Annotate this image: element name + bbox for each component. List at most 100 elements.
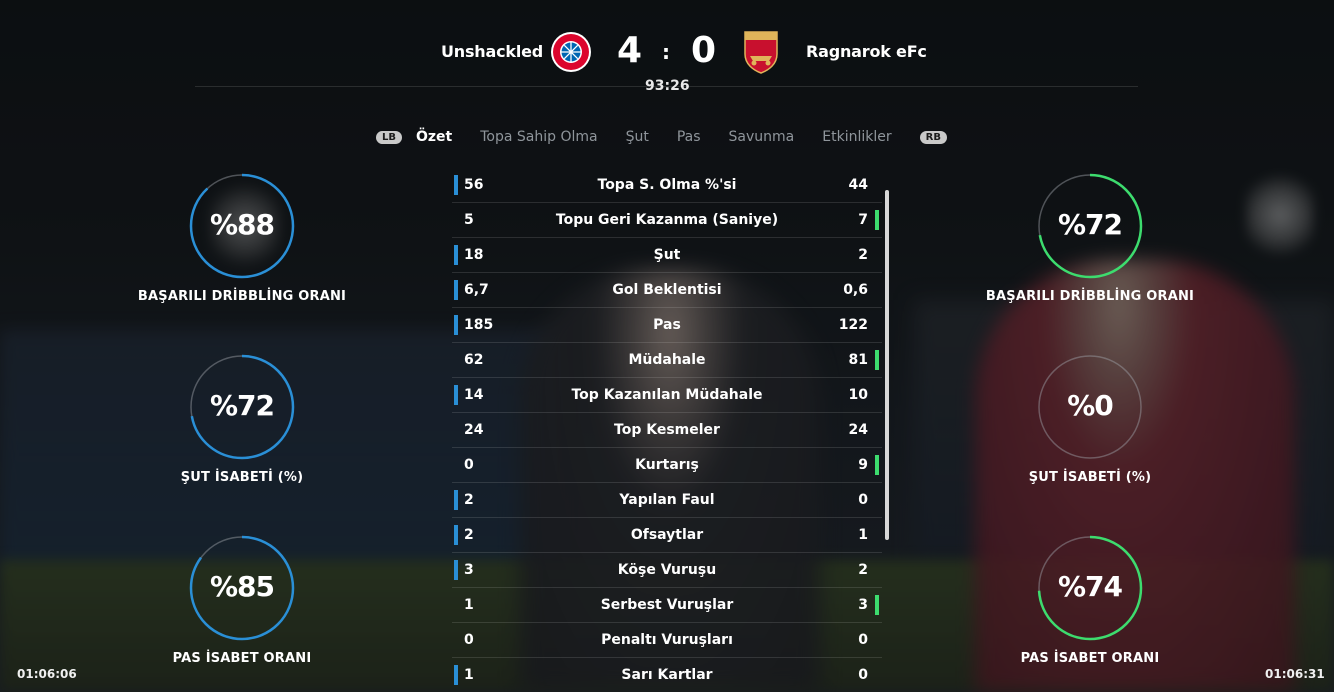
stat-home-value: 18	[464, 247, 484, 263]
stat-row: 56 Topa S. Olma %'si 44	[452, 168, 882, 203]
tab-etkinlikler[interactable]: Etkinlikler	[822, 129, 891, 145]
stat-home-value: 0	[464, 632, 474, 648]
stat-away-value: 44	[848, 177, 868, 193]
stat-home-value: 185	[464, 317, 494, 333]
stat-row: 2 Ofsaytlar 1	[452, 518, 882, 553]
home-lead-bar	[454, 175, 458, 195]
home-lead-bar	[454, 315, 458, 335]
away-shot-accuracy-label: ŞUT İSABETİ (%)	[1028, 470, 1152, 485]
stat-home-value: 1	[464, 597, 474, 613]
tab-ozet[interactable]: Özet	[416, 129, 452, 145]
stats-scrollbar[interactable]	[885, 190, 889, 540]
home-team-name: Unshackled	[441, 42, 544, 61]
stats-tab-bar: LB Özet Topa Sahip Olma Şut Pas Savunma …	[376, 126, 956, 148]
away-pass-accuracy-value: %74	[1057, 570, 1123, 603]
stat-away-value: 122	[838, 317, 868, 333]
stat-away-value: 9	[858, 457, 868, 473]
home-lead-bar	[454, 280, 458, 300]
home-dribbling-value: %88	[209, 208, 275, 241]
tab-topa-sahip-olma[interactable]: Topa Sahip Olma	[480, 129, 597, 145]
timestamp-left: 01:06:06	[17, 667, 77, 681]
stat-row: 14 Top Kazanılan Müdahale 10	[452, 378, 882, 413]
stat-row: 0 Penaltı Vuruşları 0	[452, 623, 882, 658]
stat-name: Serbest Vuruşlar	[600, 597, 734, 613]
stat-away-value: 0	[858, 632, 868, 648]
home-lead-bar	[454, 490, 458, 510]
stat-row: 6,7 Gol Beklentisi 0,6	[452, 273, 882, 308]
stat-home-value: 1	[464, 667, 474, 683]
score-separator: :	[662, 40, 670, 64]
stat-name: Şut	[653, 247, 681, 263]
away-lead-bar	[875, 595, 879, 615]
stat-home-value: 2	[464, 527, 474, 543]
away-lead-bar	[875, 350, 879, 370]
stat-away-value: 0	[858, 492, 868, 508]
away-pass-accuracy-label: PAS İSABET ORANI	[1020, 651, 1160, 666]
stat-name: Müdahale	[628, 352, 706, 368]
home-lead-bar	[454, 525, 458, 545]
stats-table[interactable]: 56 Topa S. Olma %'si 44 5 Topu Geri Kazanma…	[452, 168, 882, 692]
home-shot-accuracy-value: %72	[209, 389, 275, 422]
stat-row: 1 Serbest Vuruşlar 3	[452, 588, 882, 623]
home-dribbling-label: BAŞARILI DRİBBLİNG ORANI	[137, 289, 347, 304]
stat-name: Topu Geri Kazanma (Saniye)	[555, 212, 779, 228]
stat-name: Köşe Vuruşu	[617, 562, 717, 578]
stat-away-value: 0,6	[843, 282, 868, 298]
home-pass-accuracy-label: PAS İSABET ORANI	[172, 651, 312, 666]
away-team-crest-icon	[744, 31, 778, 74]
stat-row: 62 Müdahale 81	[452, 343, 882, 378]
home-lead-bar	[454, 385, 458, 405]
stat-name: Yapılan Faul	[619, 492, 715, 508]
stat-name: Top Kesmeler	[614, 422, 720, 438]
stat-home-value: 24	[464, 422, 484, 438]
away-score: 0	[691, 30, 717, 71]
stat-home-value: 3	[464, 562, 474, 578]
header-divider	[195, 86, 1138, 87]
stat-home-value: 6,7	[464, 282, 489, 298]
stat-name: Gol Beklentisi	[612, 282, 722, 298]
stat-name: Penaltı Vuruşları	[601, 632, 733, 648]
stat-home-value: 0	[464, 457, 474, 473]
home-lead-bar	[454, 560, 458, 580]
stat-name: Ofsaytlar	[630, 527, 704, 543]
stat-home-value: 56	[464, 177, 484, 193]
stat-row: 1 Sarı Kartlar 0	[452, 658, 882, 692]
stat-home-value: 62	[464, 352, 484, 368]
stat-row: 5 Topu Geri Kazanma (Saniye) 7	[452, 203, 882, 238]
away-team-name: Ragnarok eFc	[806, 42, 927, 61]
stat-row: 3 Köşe Vuruşu 2	[452, 553, 882, 588]
away-dribbling-label: BAŞARILI DRİBBLİNG ORANI	[985, 289, 1195, 304]
stat-row: 18 Şut 2	[452, 238, 882, 273]
stat-name: Topa S. Olma %'si	[597, 177, 737, 193]
home-team-crest-icon	[551, 32, 591, 72]
stat-home-value: 2	[464, 492, 474, 508]
stat-away-value: 7	[858, 212, 868, 228]
stat-away-value: 0	[858, 667, 868, 683]
away-lead-bar	[875, 455, 879, 475]
stat-name: Top Kazanılan Müdahale	[571, 387, 763, 403]
stat-away-value: 1	[858, 527, 868, 543]
tab-savunma[interactable]: Savunma	[729, 129, 795, 145]
stat-home-value: 14	[464, 387, 484, 403]
lb-button-icon[interactable]: LB	[376, 130, 402, 144]
stat-home-value: 5	[464, 212, 474, 228]
stat-away-value: 81	[848, 352, 868, 368]
stat-name: Pas	[653, 317, 681, 333]
home-pass-accuracy-value: %85	[209, 570, 275, 603]
rb-button-icon[interactable]: RB	[919, 130, 947, 144]
timestamp-right: 01:06:31	[1265, 667, 1325, 681]
stat-row: 185 Pas 122	[452, 308, 882, 343]
stat-away-value: 10	[848, 387, 868, 403]
away-lead-bar	[875, 210, 879, 230]
stat-row: 2 Yapılan Faul 0	[452, 483, 882, 518]
tab-pas[interactable]: Pas	[677, 129, 701, 145]
stat-away-value: 2	[858, 562, 868, 578]
home-lead-bar	[454, 665, 458, 685]
home-lead-bar	[454, 245, 458, 265]
tab-sut[interactable]: Şut	[626, 129, 649, 145]
away-shot-accuracy-value: %0	[1067, 389, 1114, 422]
stat-name: Kurtarış	[635, 457, 699, 473]
home-score: 4	[617, 30, 643, 71]
stat-row: 0 Kurtarış 9	[452, 448, 882, 483]
stat-away-value: 2	[858, 247, 868, 263]
